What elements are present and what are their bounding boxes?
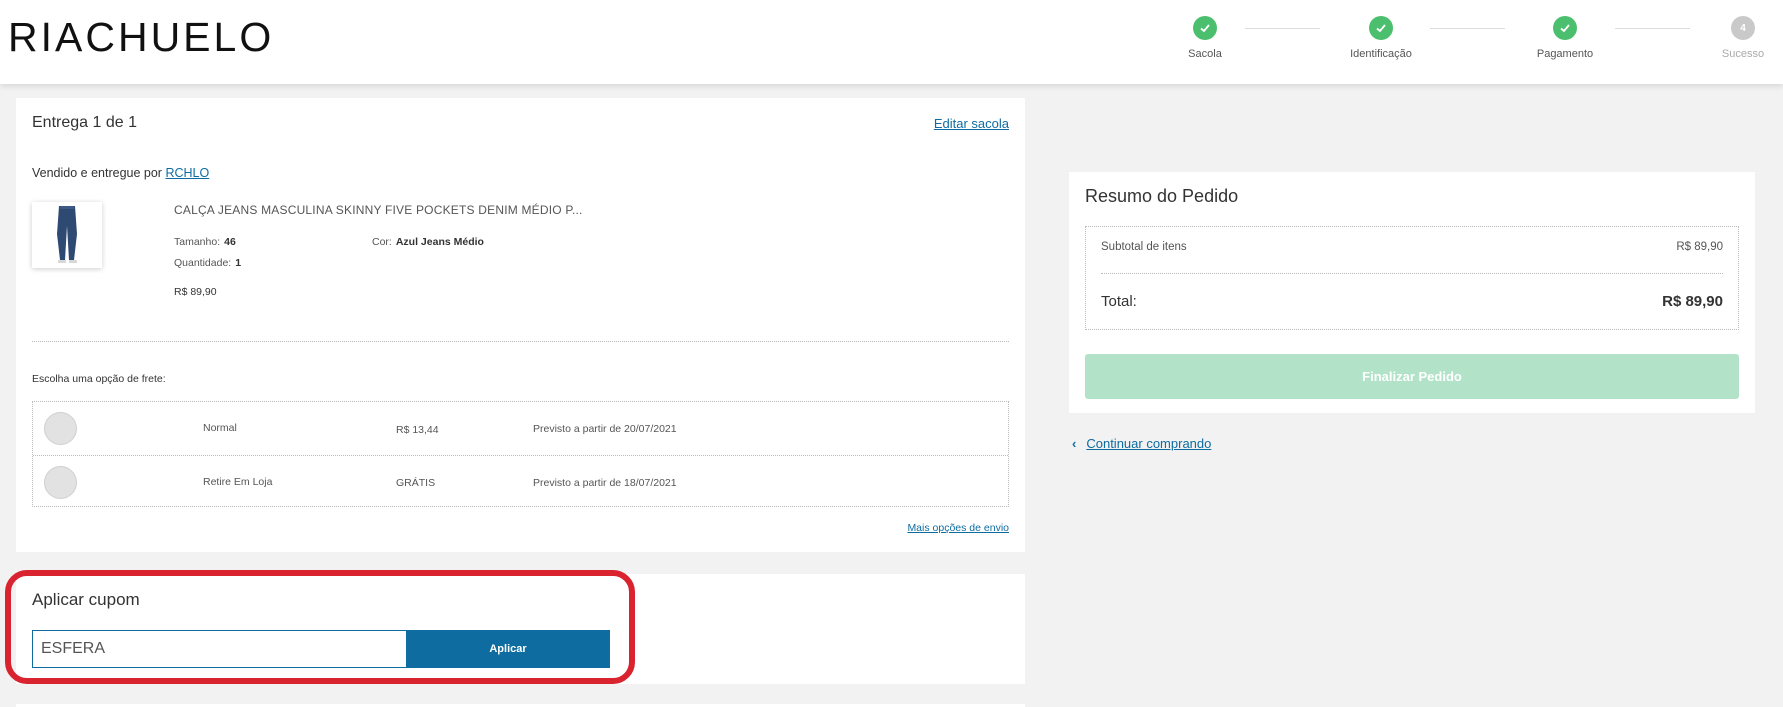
product-color: Cor: Azul Jeans Médio — [372, 236, 484, 248]
total-label: Total: — [1101, 293, 1137, 310]
step-number: 4 — [1731, 16, 1755, 40]
shipping-eta: Previsto a partir de 18/07/2021 — [533, 477, 677, 489]
product-price: R$ 89,90 — [174, 286, 217, 298]
coupon-input[interactable] — [32, 630, 406, 668]
edit-bag-link[interactable]: Editar sacola — [934, 116, 1009, 131]
summary-box: Subtotal de itens R$ 89,90 Total: R$ 89,… — [1085, 226, 1739, 330]
coupon-title: Aplicar cupom — [32, 590, 140, 609]
order-summary-card: Resumo do Pedido Subtotal de itens R$ 89… — [1069, 172, 1755, 413]
shipping-radio[interactable] — [44, 466, 77, 499]
shipping-price: R$ 13,44 — [396, 424, 439, 436]
check-icon — [1369, 16, 1393, 40]
finalize-order-button[interactable]: Finalizar Pedido — [1085, 354, 1739, 399]
divider — [32, 341, 1009, 342]
subtotal-row: Subtotal de itens R$ 89,90 — [1101, 241, 1723, 253]
header: RIACHUELO Sacola Identificação Pagamento… — [0, 0, 1783, 84]
step-connector — [1615, 28, 1690, 29]
quantity-label: Quantidade: — [174, 257, 232, 269]
shipping-name: Normal — [203, 422, 237, 434]
step-label: Sucesso — [1721, 48, 1765, 60]
continue-shopping-link[interactable]: ‹ Continuar comprando — [1072, 436, 1211, 451]
shipping-label: Escolha uma opção de frete: — [32, 373, 166, 385]
seller-prefix: Vendido e entregue por — [32, 166, 162, 180]
shipping-name: Retire Em Loja — [203, 476, 273, 488]
shipping-option-store-pickup[interactable]: Retire Em Loja GRÁTIS Previsto a partir … — [33, 455, 1008, 508]
size-value: 46 — [224, 236, 236, 248]
shipping-options: Normal R$ 13,44 Previsto a partir de 20/… — [32, 401, 1009, 507]
logo[interactable]: RIACHUELO — [8, 14, 274, 61]
step-label: Identificação — [1350, 48, 1412, 60]
subtotal-value: R$ 89,90 — [1676, 241, 1723, 253]
product-image[interactable] — [32, 202, 102, 268]
step-pagamento: Pagamento — [1510, 16, 1620, 60]
coupon-card: Aplicar cupom Aplicar — [16, 574, 1025, 684]
subtotal-label: Subtotal de itens — [1101, 241, 1187, 253]
step-identificacao: Identificação — [1326, 16, 1436, 60]
step-label: Pagamento — [1536, 48, 1594, 60]
shipping-eta: Previsto a partir de 20/07/2021 — [533, 423, 677, 435]
summary-title: Resumo do Pedido — [1085, 186, 1239, 206]
step-label: Sacola — [1188, 48, 1222, 60]
continue-shopping-label: Continuar comprando — [1086, 436, 1212, 451]
shipping-radio[interactable] — [44, 412, 77, 445]
quantity-value: 1 — [235, 257, 242, 269]
more-shipping-options-link[interactable]: Mais opções de envio — [907, 522, 1009, 534]
color-value: Azul Jeans Médio — [395, 236, 484, 248]
check-icon — [1553, 16, 1577, 40]
shipping-option-normal[interactable]: Normal R$ 13,44 Previsto a partir de 20/… — [33, 402, 1008, 455]
product-quantity: Quantidade: 1 — [174, 257, 241, 269]
delivery-title: Entrega 1 de 1 — [32, 114, 137, 131]
step-sacola: Sacola — [1150, 16, 1260, 60]
delivery-card: Entrega 1 de 1 Editar sacola Vendido e e… — [16, 98, 1025, 552]
check-icon — [1193, 16, 1217, 40]
divider — [1101, 273, 1723, 274]
product-size: Tamanho: 46 — [174, 236, 236, 248]
step-connector — [1245, 28, 1320, 29]
apply-coupon-button[interactable]: Aplicar — [406, 630, 610, 668]
size-label: Tamanho: — [174, 236, 221, 248]
total-row: Total: R$ 89,90 — [1101, 293, 1723, 310]
seller-link[interactable]: RCHLO — [165, 166, 209, 180]
step-sucesso: 4 Sucesso — [1688, 16, 1783, 60]
step-connector — [1430, 28, 1505, 29]
checkout-stepper: Sacola Identificação Pagamento 4 Sucesso — [1150, 16, 1780, 66]
product-name[interactable]: CALÇA JEANS MASCULINA SKINNY FIVE POCKET… — [174, 203, 583, 217]
shipping-price: GRÁTIS — [396, 477, 436, 489]
seller-line: Vendido e entregue por RCHLO — [32, 166, 209, 180]
total-value: R$ 89,90 — [1662, 293, 1723, 310]
color-label: Cor: — [372, 236, 392, 248]
chevron-left-icon: ‹ — [1072, 436, 1077, 451]
